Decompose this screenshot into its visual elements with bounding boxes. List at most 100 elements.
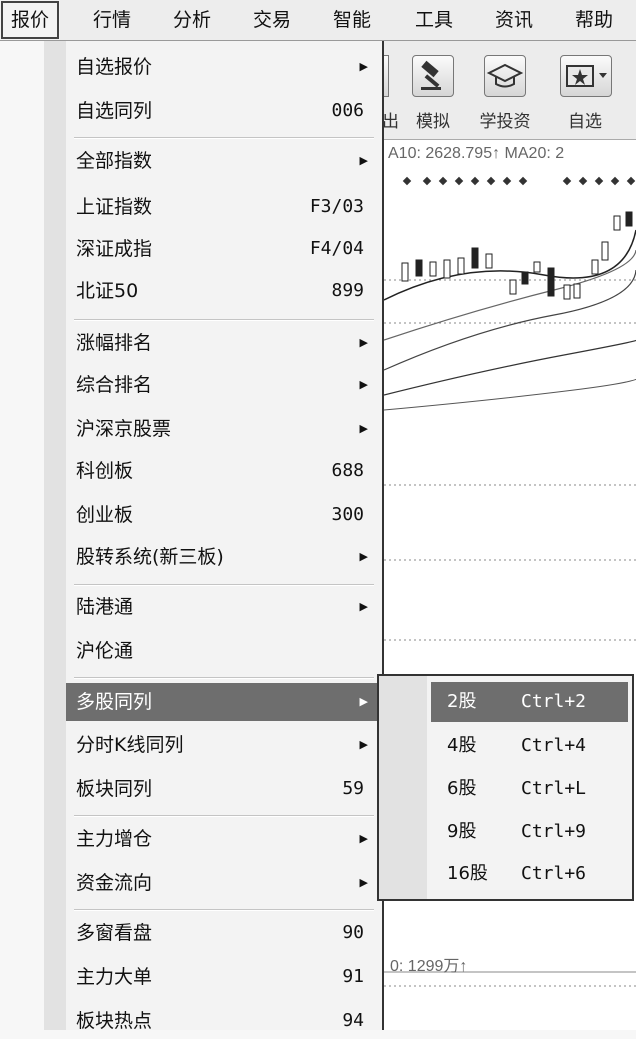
submenu-item-label: 9股	[447, 821, 477, 842]
gavel-icon[interactable]	[412, 55, 454, 97]
menu-item-shortcut: F3/03	[309, 196, 364, 217]
menu-separator	[74, 815, 374, 817]
menu-item-all-indices[interactable]: 全部指数 ▶	[66, 143, 384, 179]
menu-item-label: 上证指数	[76, 196, 153, 218]
submenu-item-16-stocks[interactable]: 16股 Ctrl+6	[431, 854, 628, 894]
menu-item-label: 自选报价	[76, 56, 153, 78]
submenu-arrow-icon: ▶	[359, 832, 368, 845]
submenu-item-label: 2股	[447, 691, 477, 712]
submenu-item-shortcut: Ctrl+4	[521, 735, 587, 756]
menu-item-label: 沪伦通	[76, 640, 134, 662]
menu-smart[interactable]: 智能	[322, 0, 382, 40]
menu-item-sector-hotspot[interactable]: 板块热点 94	[66, 1003, 384, 1039]
menu-item-neeq[interactable]: 股转系统(新三板) ▶	[66, 539, 384, 575]
menu-item-label: 沪深京股票	[76, 418, 172, 440]
menu-item-chinext[interactable]: 创业板 300	[66, 497, 384, 533]
submenu-arrow-icon: ▶	[359, 422, 368, 435]
graduation-cap-icon[interactable]	[484, 55, 526, 97]
menu-item-label: 多股同列	[76, 691, 153, 713]
menu-trade[interactable]: 交易	[242, 0, 302, 40]
menu-item-shanghai-index[interactable]: 上证指数 F3/03	[66, 189, 384, 225]
menu-item-label: 主力增仓	[76, 828, 153, 850]
menu-item-label: 科创板	[76, 460, 134, 482]
submenu-item-label: 4股	[447, 735, 477, 756]
submenu-arrow-icon: ▶	[359, 336, 368, 349]
submenu-icon-strip	[379, 676, 427, 899]
menu-item-sector-multi[interactable]: 板块同列 59	[66, 771, 384, 807]
menu-item-bse50[interactable]: 北证50 899	[66, 273, 384, 309]
menu-item-label: 创业板	[76, 504, 134, 526]
learn-invest-label[interactable]: 学投资	[472, 107, 538, 132]
volume-readout: 0: 1299万↑	[390, 958, 468, 975]
menu-item-fund-flow[interactable]: 资金流向 ▶	[66, 865, 384, 901]
menu-quote[interactable]: 报价	[0, 0, 60, 40]
menu-item-main-increase[interactable]: 主力增仓 ▶	[66, 821, 384, 857]
menu-item-multi-stock[interactable]: 多股同列 ▶	[66, 683, 384, 721]
submenu-arrow-icon: ▶	[359, 550, 368, 563]
submenu-item-label: 6股	[447, 778, 477, 799]
menu-item-label: 多窗看盘	[76, 922, 153, 944]
menu-item-label: 陆港通	[76, 596, 134, 618]
quote-dropdown-menu: 自选报价 ▶ 自选同列 006 全部指数 ▶ 上证指数 F3/03 深证成指 F…	[44, 41, 384, 1032]
menu-item-shortcut: 006	[331, 100, 364, 121]
menu-market[interactable]: 行情	[82, 0, 142, 40]
submenu-arrow-icon: ▶	[359, 154, 368, 167]
menu-item-label: 资金流向	[76, 872, 153, 894]
submenu-item-4-stocks[interactable]: 4股 Ctrl+4	[431, 726, 628, 766]
simulate-label[interactable]: 模拟	[404, 107, 462, 132]
menu-separator	[74, 137, 374, 139]
submenu-item-shortcut: Ctrl+9	[521, 821, 587, 842]
submenu-item-9-stocks[interactable]: 9股 Ctrl+9	[431, 812, 628, 852]
menu-item-shortcut: F4/04	[309, 238, 364, 259]
menu-item-shortcut: 688	[331, 460, 364, 481]
menu-item-label: 全部指数	[76, 150, 153, 172]
submenu-arrow-icon: ▶	[359, 738, 368, 751]
menu-item-label: 北证50	[76, 280, 139, 302]
menu-item-shortcut: 90	[342, 922, 364, 943]
watchlist-label[interactable]: 自选	[560, 107, 610, 132]
menu-item-shenzhen-index[interactable]: 深证成指 F4/04	[66, 231, 384, 267]
menu-analysis[interactable]: 分析	[162, 0, 222, 40]
submenu-item-6-stocks[interactable]: 6股 Ctrl+L	[431, 769, 628, 809]
toolbar: 出 模拟 学投资 自选	[374, 41, 636, 140]
menu-item-shortcut: 91	[342, 966, 364, 987]
menu-icon-strip	[44, 41, 66, 1030]
menu-bar: 报价 行情 分析 交易 智能 工具 资讯 帮助	[0, 0, 636, 41]
submenu-arrow-icon: ▶	[359, 60, 368, 73]
menu-item-label: 股转系统(新三板)	[76, 546, 224, 568]
menu-item-gain-ranking[interactable]: 涨幅排名 ▶	[66, 325, 384, 361]
menu-item-shortcut: 94	[342, 1010, 364, 1031]
menu-news[interactable]: 资讯	[484, 0, 544, 40]
menu-item-multi-window[interactable]: 多窗看盘 90	[66, 915, 384, 951]
menu-item-shortcut: 300	[331, 504, 364, 525]
menu-separator	[74, 319, 374, 321]
menu-tools[interactable]: 工具	[404, 0, 464, 40]
menu-item-label: 板块同列	[76, 778, 153, 800]
menu-item-label: 分时K线同列	[76, 734, 184, 756]
submenu-item-2-stocks[interactable]: 2股 Ctrl+2	[431, 682, 628, 722]
submenu-arrow-icon: ▶	[359, 695, 368, 708]
menu-item-star-market[interactable]: 科创板 688	[66, 453, 384, 489]
menu-item-hk-connect[interactable]: 陆港通 ▶	[66, 589, 384, 625]
menu-item-watchlist-multi[interactable]: 自选同列 006	[66, 93, 384, 129]
partial-tool-label: 出	[382, 112, 399, 132]
menu-item-composite-ranking[interactable]: 综合排名 ▶	[66, 367, 384, 403]
menu-help[interactable]: 帮助	[564, 0, 624, 40]
menu-item-london-connect[interactable]: 沪伦通	[66, 633, 384, 669]
submenu-item-shortcut: Ctrl+L	[521, 778, 587, 799]
menu-item-watchlist-quote[interactable]: 自选报价 ▶	[66, 49, 384, 85]
menu-item-label: 自选同列	[76, 100, 153, 122]
menu-item-big-orders[interactable]: 主力大单 91	[66, 959, 384, 995]
menu-item-label: 深证成指	[76, 238, 153, 260]
menu-item-hs-bj-stocks[interactable]: 沪深京股票 ▶	[66, 411, 384, 447]
menu-separator	[74, 909, 374, 911]
submenu-arrow-icon: ▶	[359, 378, 368, 391]
submenu-item-shortcut: Ctrl+6	[521, 863, 587, 884]
multi-stock-submenu: 2股 Ctrl+2 4股 Ctrl+4 6股 Ctrl+L 9股 Ctrl+9 …	[377, 674, 634, 901]
menu-item-intraday-kline-multi[interactable]: 分时K线同列 ▶	[66, 727, 384, 763]
star-folder-icon[interactable]	[560, 55, 612, 97]
submenu-arrow-icon: ▶	[359, 876, 368, 889]
menu-item-shortcut: 59	[342, 778, 364, 799]
menu-item-label: 主力大单	[76, 966, 153, 988]
menu-separator	[74, 677, 374, 679]
